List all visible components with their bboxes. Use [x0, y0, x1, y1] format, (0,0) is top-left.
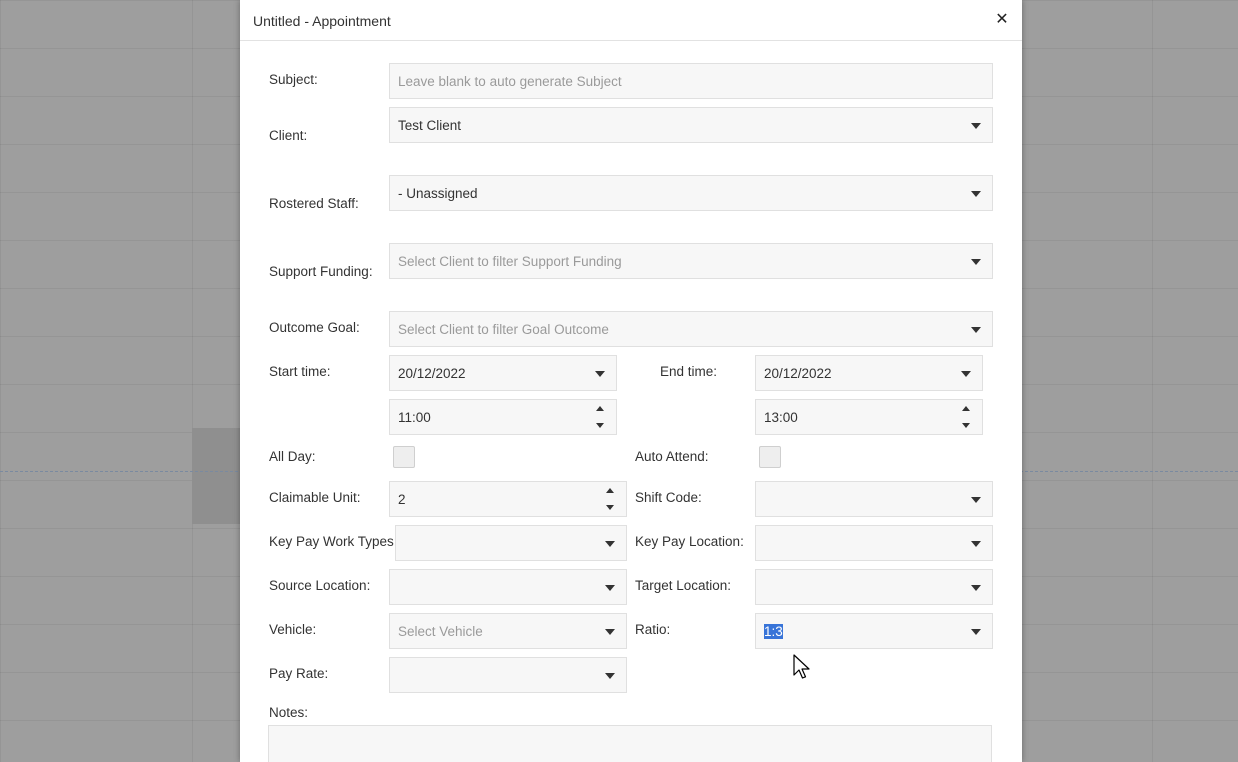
outcome-goal-label: Outcome Goal:	[269, 320, 360, 335]
client-value: Test Client	[398, 118, 462, 133]
dialog-titlebar: Untitled - Appointment ✕	[240, 0, 1022, 41]
support-funding-placeholder: Select Client to filter Support Funding	[398, 254, 622, 269]
vehicle-label: Vehicle:	[269, 622, 317, 637]
end-date-picker[interactable]: 20/12/2022	[755, 355, 983, 391]
target-location-select[interactable]	[755, 569, 993, 605]
key-pay-work-types-label: Key Pay Work Types:	[269, 534, 398, 549]
chevron-down-icon	[961, 371, 971, 377]
end-date-value: 20/12/2022	[764, 366, 832, 381]
chevron-down-icon	[605, 541, 615, 547]
key-pay-work-types-select[interactable]	[395, 525, 627, 561]
ratio-value: 1:3	[764, 624, 783, 639]
notes-textarea[interactable]	[268, 725, 992, 762]
claimable-unit-spinner[interactable]: 2	[389, 481, 627, 517]
chevron-down-icon	[971, 259, 981, 265]
pay-rate-select[interactable]	[389, 657, 627, 693]
outcome-goal-placeholder: Select Client to filter Goal Outcome	[398, 322, 609, 337]
start-time-label: Start time:	[269, 364, 331, 379]
target-location-label: Target Location:	[635, 578, 732, 593]
spin-down-icon[interactable]	[962, 423, 970, 428]
appointment-dialog: Untitled - Appointment ✕ Subject: Leave …	[240, 0, 1022, 762]
client-select[interactable]: Test Client	[389, 107, 993, 143]
chevron-down-icon	[605, 629, 615, 635]
key-pay-location-select[interactable]	[755, 525, 993, 561]
spin-up-icon[interactable]	[606, 488, 614, 493]
support-funding-label: Support Funding:	[269, 264, 373, 279]
chevron-down-icon	[971, 123, 981, 129]
rostered-staff-select[interactable]: - Unassigned	[389, 175, 993, 211]
start-date-value: 20/12/2022	[398, 366, 466, 381]
ratio-label: Ratio:	[635, 622, 671, 637]
end-time-value: 13:00	[764, 410, 798, 425]
key-pay-location-label: Key Pay Location:	[635, 534, 744, 549]
shift-code-label: Shift Code:	[635, 490, 702, 505]
vehicle-select[interactable]: Select Vehicle	[389, 613, 627, 649]
end-time-label: End time:	[660, 364, 718, 379]
auto-attend-checkbox[interactable]	[759, 446, 781, 468]
rostered-staff-value: - Unassigned	[398, 186, 478, 201]
chevron-down-icon	[971, 629, 981, 635]
source-location-select[interactable]	[389, 569, 627, 605]
source-location-label: Source Location:	[269, 578, 371, 593]
subject-input[interactable]: Leave blank to auto generate Subject	[389, 63, 993, 99]
shift-code-select[interactable]	[755, 481, 993, 517]
start-time-spinner[interactable]: 11:00	[389, 399, 617, 435]
end-time-spinner[interactable]: 13:00	[755, 399, 983, 435]
rostered-staff-label: Rostered Staff:	[269, 196, 359, 211]
start-date-picker[interactable]: 20/12/2022	[389, 355, 617, 391]
chevron-down-icon	[971, 541, 981, 547]
close-icon[interactable]: ✕	[992, 10, 1012, 30]
chevron-down-icon	[971, 497, 981, 503]
chevron-down-icon	[595, 371, 605, 377]
start-time-value: 11:00	[398, 410, 431, 425]
outcome-goal-select[interactable]: Select Client to filter Goal Outcome	[389, 311, 993, 347]
subject-placeholder: Leave blank to auto generate Subject	[398, 74, 622, 89]
auto-attend-label: Auto Attend:	[635, 449, 709, 464]
vehicle-placeholder: Select Vehicle	[398, 624, 483, 639]
ratio-select[interactable]: 1:3	[755, 613, 993, 649]
chevron-down-icon	[971, 327, 981, 333]
client-label: Client:	[269, 128, 308, 143]
dialog-title: Untitled - Appointment	[253, 13, 391, 29]
spin-up-icon[interactable]	[962, 406, 970, 411]
mouse-pointer-icon	[793, 654, 810, 679]
all-day-checkbox[interactable]	[393, 446, 415, 468]
chevron-down-icon	[605, 585, 615, 591]
notes-label: Notes:	[269, 705, 309, 720]
chevron-down-icon	[971, 585, 981, 591]
chevron-down-icon	[971, 191, 981, 197]
spin-down-icon[interactable]	[596, 423, 604, 428]
spin-up-icon[interactable]	[596, 406, 604, 411]
claimable-unit-value: 2	[398, 492, 406, 507]
subject-label: Subject:	[269, 72, 318, 87]
chevron-down-icon	[605, 673, 615, 679]
claimable-unit-label: Claimable Unit:	[269, 490, 361, 505]
all-day-label: All Day:	[269, 449, 316, 464]
pay-rate-label: Pay Rate:	[269, 666, 329, 681]
support-funding-select[interactable]: Select Client to filter Support Funding	[389, 243, 993, 279]
spin-down-icon[interactable]	[606, 505, 614, 510]
